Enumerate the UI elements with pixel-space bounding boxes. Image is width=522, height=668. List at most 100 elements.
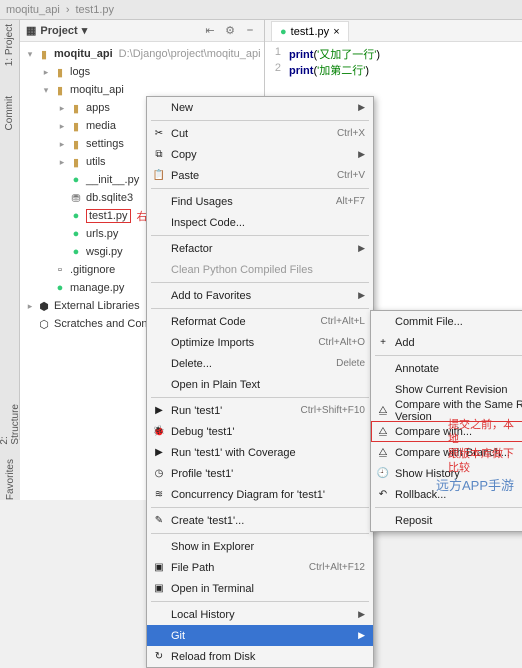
menu-item[interactable]: +AddCtrl+Alt+A [371, 332, 522, 353]
menu-item[interactable]: Reformat CodeCtrl+Alt+L [147, 311, 373, 332]
menu-item[interactable]: ▶ Run 'test1' Ctrl+Shift+F10 [147, 400, 373, 421]
menu-label: Reformat Code [171, 316, 246, 328]
menu-separator [375, 507, 522, 508]
code-line[interactable]: 1print('又加了一行') [265, 46, 522, 62]
tool-tab-structure[interactable]: 2: Structure [0, 404, 21, 445]
tree-row[interactable]: ▸▮logs [20, 63, 264, 81]
folder-icon: ▮ [68, 156, 84, 169]
folder-icon: ▮ [52, 84, 68, 97]
folder-icon: ▮ [52, 66, 68, 79]
menu-item[interactable]: ▣ Open in Terminal [147, 578, 373, 599]
breadcrumb-part[interactable]: test1.py [76, 4, 115, 16]
menu-shortcut: Ctrl+Alt+O [318, 337, 365, 348]
menu-label: Optimize Imports [171, 337, 254, 349]
menu-icon: ⧋ [375, 447, 391, 458]
menu-item[interactable]: ✂CutCtrl+X [147, 123, 373, 144]
menu-label: Run 'test1' [171, 405, 222, 417]
menu-label: Local History [171, 609, 235, 621]
menu-item[interactable]: Local History ▶ [147, 604, 373, 625]
editor-tab[interactable]: ● test1.py × [271, 21, 349, 41]
chevron-right-icon: ▶ [358, 630, 365, 641]
menu-separator [375, 355, 522, 356]
code-editor[interactable]: 1print('又加了一行')2print('加第二行') [265, 42, 522, 82]
menu-icon: ▣ [151, 562, 167, 573]
chevron-right-icon: ▶ [358, 102, 365, 113]
tree-row[interactable]: ▾▮moqitu_apiD:\Django\project\moqitu_api [20, 45, 264, 63]
menu-separator [151, 120, 369, 121]
menu-item[interactable]: Refactor▶ [147, 238, 373, 259]
menu-item[interactable]: Inspect Code... [147, 212, 373, 233]
menu-icon: ↻ [151, 651, 167, 662]
menu-label: Find Usages [171, 196, 233, 208]
menu-item[interactable]: Find UsagesAlt+F7 [147, 191, 373, 212]
menu-item[interactable]: 🐞Debug 'test1' [147, 421, 373, 442]
menu-item[interactable]: Annotate [371, 358, 522, 379]
menu-item[interactable]: New▶ [147, 97, 373, 118]
python-file-icon: ● [68, 246, 84, 258]
menu-icon: ⧋ [375, 405, 391, 416]
menu-label: Delete... [171, 358, 212, 370]
menu-item[interactable]: Reposit [371, 510, 522, 531]
menu-icon: + [375, 337, 391, 348]
menu-label: Annotate [395, 363, 439, 375]
menu-label: Add to Favorites [171, 290, 251, 302]
menu-label: Show Current Revision [395, 384, 508, 396]
menu-item[interactable]: Delete...Delete [147, 353, 373, 374]
breadcrumb-part[interactable]: moqitu_api [6, 4, 60, 16]
python-file-icon: ● [68, 210, 84, 222]
menu-item[interactable]: ▣ File Path Ctrl+Alt+F12 [147, 557, 373, 578]
menu-icon: ↶ [375, 489, 391, 500]
menu-item[interactable]: ⧉Copy▶ [147, 144, 373, 165]
close-icon[interactable]: × [333, 26, 339, 38]
tool-tab-commit[interactable]: Commit [4, 96, 15, 130]
menu-label: Run 'test1' with Coverage [171, 447, 296, 459]
menu-item[interactable]: ✎Create 'test1'... [147, 510, 373, 531]
menu-item[interactable]: Git▶ [147, 625, 373, 646]
menu-item[interactable]: Add to Favorites ▶ [147, 285, 373, 306]
bottom-tool-gutter: 2: Structure Favorites [0, 440, 20, 500]
file-icon: ▫ [52, 264, 68, 276]
code-line[interactable]: 2print('加第二行') [265, 62, 522, 78]
menu-item[interactable]: 📋PasteCtrl+V [147, 165, 373, 186]
menu-label: Commit File... [395, 316, 463, 328]
panel-title[interactable]: ▦ Project ▾ [26, 24, 87, 37]
menu-shortcut: Ctrl+V [337, 170, 365, 181]
menu-item[interactable]: Open in Plain Text [147, 374, 373, 395]
menu-icon: ✎ [151, 515, 167, 526]
menu-icon: ✂ [151, 128, 167, 139]
menu-separator [151, 188, 369, 189]
chevron-right-icon: ▶ [358, 243, 365, 254]
menu-shortcut: Ctrl+Alt+F12 [309, 562, 365, 573]
context-menu[interactable]: New▶ ✂CutCtrl+X⧉Copy▶📋PasteCtrl+V Find Usa… [146, 96, 374, 668]
menu-separator [151, 507, 369, 508]
menu-icon: 🕘 [375, 468, 391, 479]
menu-icon: ▶ [151, 447, 167, 458]
chevron-down-icon[interactable]: ▾ [82, 24, 88, 37]
menu-item[interactable]: Optimize Imports Ctrl+Alt+O [147, 332, 373, 353]
menu-item[interactable]: ≋Concurrency Diagram for 'test1' [147, 484, 373, 505]
menu-icon: ▣ [151, 583, 167, 594]
menu-icon: ⧋ [375, 426, 391, 437]
menu-label: Debug 'test1' [171, 426, 235, 438]
menu-shortcut: Ctrl+Shift+F10 [301, 405, 365, 416]
menu-label: File Path [171, 562, 214, 574]
chevron-right-icon: ▶ [358, 290, 365, 301]
gear-icon[interactable]: ⚙ [222, 23, 238, 39]
menu-item[interactable]: Show in Explorer [147, 536, 373, 557]
menu-label: Profile 'test1' [171, 468, 233, 480]
menu-icon: ▶ [151, 405, 167, 416]
tool-tab-project[interactable]: 1: Project [4, 24, 15, 66]
menu-item[interactable]: ◷Profile 'test1' [147, 463, 373, 484]
hide-icon[interactable]: ⎯ [242, 23, 258, 39]
menu-label: Open in Terminal [171, 583, 254, 595]
tool-tab-favorites[interactable]: Favorites [5, 459, 16, 500]
menu-item[interactable]: ↻Reload from Disk [147, 646, 373, 667]
menu-item[interactable]: ▶ Run 'test1' with Coverage [147, 442, 373, 463]
menu-item[interactable]: Show Current Revision [371, 379, 522, 400]
editor-tabs: ● test1.py × [265, 20, 522, 42]
collapse-icon[interactable]: ⇤ [202, 23, 218, 39]
menu-label: Clean Python Compiled Files [171, 264, 313, 276]
menu-icon: ⧉ [151, 149, 167, 160]
chevron-right-icon: ▶ [358, 609, 365, 620]
menu-item[interactable]: Commit File... [371, 311, 522, 332]
